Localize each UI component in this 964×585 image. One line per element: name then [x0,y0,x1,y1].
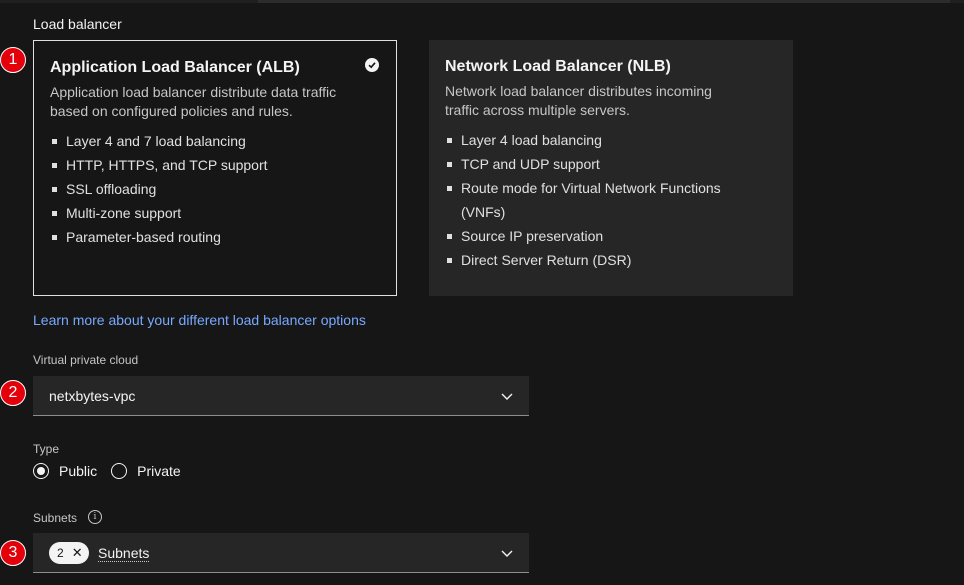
radio-public-label: Public [59,463,98,479]
vpc-value: netxbytes-vpc [49,388,136,404]
list-item: TCP and UDP support [445,152,735,176]
vpc-select[interactable]: netxbytes-vpc [33,376,529,416]
radio-private-label: Private [137,463,181,479]
list-item: HTTP, HTTPS, and TCP support [50,153,380,177]
step-marker-1: 1 [0,47,26,73]
list-item: Direct Server Return (DSR) [445,248,735,272]
step-marker-3: 3 [0,540,26,566]
clear-selection-icon[interactable]: ✕ [72,545,83,561]
type-label: Type [33,442,60,456]
radio-checked-icon [33,463,49,479]
type-radio-group: Public Private [33,463,195,479]
nlb-tile[interactable]: Network Load Balancer (NLB) Network load… [429,40,793,296]
list-item: Route mode for Virtual Network Functions… [445,176,735,224]
alb-tile[interactable]: Application Load Balancer (ALB) Applicat… [33,40,397,296]
selection-count-tag: 2 ✕ [49,542,89,564]
subnets-multiselect[interactable]: 2 ✕ Subnets [33,533,529,573]
chevron-down-icon [501,389,513,407]
alb-feature-list: Layer 4 and 7 load balancing HTTP, HTTPS… [50,129,380,249]
radio-private[interactable]: Private [111,463,181,479]
radio-public[interactable]: Public [33,463,97,479]
list-item: Parameter-based routing [50,225,380,249]
list-item: Multi-zone support [50,201,380,225]
selection-count: 2 [57,546,64,560]
list-item: Source IP preservation [445,224,735,248]
top-divider [0,0,964,3]
alb-title: Application Load Balancer (ALB) [50,59,300,76]
nlb-feature-list: Layer 4 load balancing TCP and UDP suppo… [445,128,735,272]
vpc-label: Virtual private cloud [33,353,139,367]
info-icon[interactable]: i [88,510,102,524]
checkmark-icon [365,58,379,72]
chevron-down-icon [501,546,513,564]
step-marker-2: 2 [0,380,26,406]
nlb-title: Network Load Balancer (NLB) [445,58,671,75]
nlb-description: Network load balancer distributes incomi… [445,83,712,118]
alb-description: Application load balancer distribute dat… [50,84,337,119]
list-item: SSL offloading [50,177,380,201]
list-item: Layer 4 load balancing [445,128,735,152]
subnets-label: Subnets [33,511,78,525]
section-label: Load balancer [33,16,122,32]
radio-unchecked-icon [111,463,128,479]
subnets-placeholder: Subnets [98,545,150,562]
list-item: Layer 4 and 7 load balancing [50,129,380,153]
learn-more-link[interactable]: Learn more about your different load bal… [33,312,366,328]
